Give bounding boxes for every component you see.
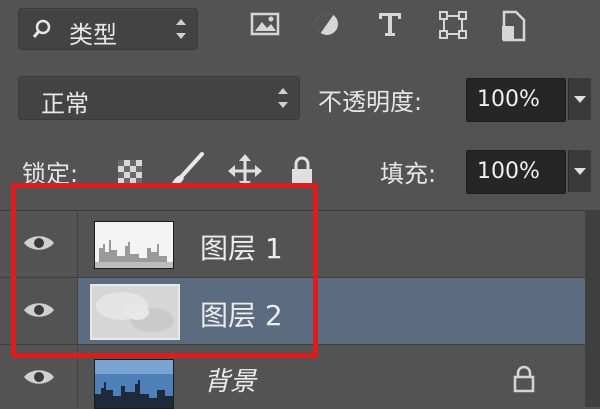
chevron-updown-icon — [175, 18, 187, 40]
eye-icon — [22, 367, 56, 391]
chevron-updown-icon — [277, 87, 289, 109]
lock-bar: 锁定: 填充: 100% — [0, 136, 600, 210]
visibility-toggle[interactable] — [0, 278, 78, 344]
layer-name: 背景 — [204, 367, 257, 397]
blend-mode-bar: 正常 不透明度: 100% — [0, 58, 600, 136]
filter-kind-dropdown[interactable]: 类型 — [18, 8, 198, 50]
image-filter-icon[interactable] — [250, 10, 280, 42]
eye-icon — [22, 300, 56, 324]
layer-name: 图层 1 — [200, 232, 283, 265]
visibility-toggle[interactable] — [0, 211, 78, 277]
layer-row-background[interactable]: 背景 — [0, 345, 585, 409]
layer-thumbnail — [90, 284, 180, 340]
fill-field[interactable]: 100% — [466, 150, 566, 194]
blend-mode-dropdown[interactable]: 正常 — [18, 76, 300, 120]
layers-scrollbar[interactable] — [585, 210, 600, 407]
lock-all-icon[interactable] — [290, 156, 314, 190]
opacity-value: 100% — [477, 87, 540, 112]
lock-icon — [512, 365, 536, 397]
layer-row-2[interactable]: 图层 2 — [0, 278, 585, 345]
opacity-field[interactable]: 100% — [466, 78, 566, 122]
fill-label: 填充: — [380, 160, 437, 188]
fill-dropdown-button[interactable] — [568, 150, 591, 192]
layer-filter-bar: 类型 — [0, 0, 600, 58]
blend-mode-value: 正常 — [41, 90, 89, 118]
visibility-toggle[interactable] — [0, 345, 78, 407]
layer-thumbnail — [94, 221, 174, 269]
layer-thumbnail — [94, 359, 174, 409]
opacity-dropdown-button[interactable] — [568, 78, 591, 120]
chevron-down-icon — [574, 96, 586, 103]
layer-row-1[interactable]: 图层 1 — [0, 211, 585, 278]
opacity-label: 不透明度: — [318, 88, 423, 116]
type-filter-icon[interactable] — [376, 10, 404, 42]
eye-icon — [22, 233, 56, 257]
lock-label: 锁定: — [22, 160, 79, 188]
adjustment-filter-icon[interactable] — [313, 10, 341, 42]
lock-position-move-icon[interactable] — [228, 154, 262, 192]
filter-kind-label: 类型 — [69, 21, 117, 49]
layer-name: 图层 2 — [200, 299, 283, 332]
lock-transparent-pixels-icon[interactable] — [118, 160, 142, 188]
shape-filter-icon[interactable] — [438, 10, 468, 44]
smart-object-filter-icon[interactable] — [500, 10, 526, 46]
fill-value: 100% — [477, 159, 540, 184]
search-icon — [31, 18, 53, 44]
chevron-down-icon — [574, 168, 586, 175]
lock-image-pixels-brush-icon[interactable] — [166, 150, 206, 194]
